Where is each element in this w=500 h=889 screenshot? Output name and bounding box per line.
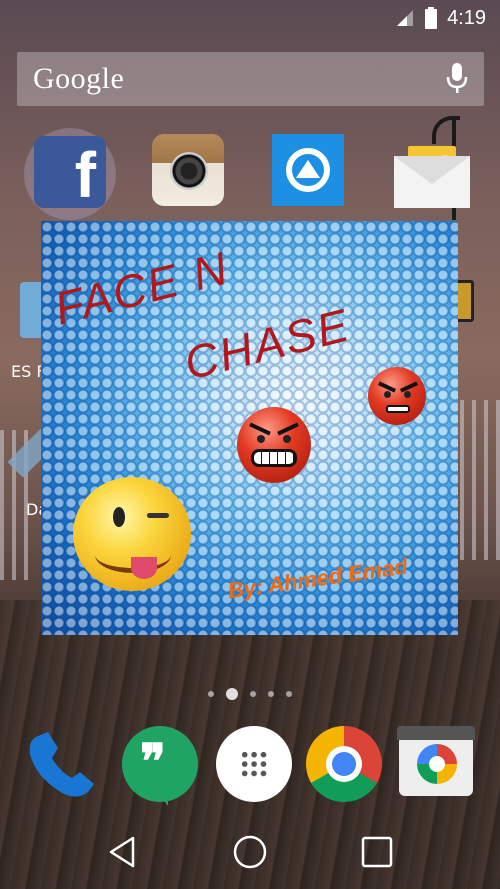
facebook-icon[interactable]: f — [24, 128, 116, 220]
hangouts-icon[interactable]: ❞ — [122, 726, 198, 806]
chrome-icon[interactable] — [306, 726, 382, 802]
recents-icon[interactable] — [359, 834, 395, 874]
signal-icon — [395, 8, 415, 28]
google-search-bar[interactable]: Google — [17, 52, 484, 106]
eye — [283, 435, 291, 443]
quickpic-icon[interactable] — [272, 134, 344, 206]
hangouts-quote-glyph: ❞ — [140, 736, 166, 789]
winking-tongue-face-icon — [73, 477, 191, 591]
battery-icon — [425, 7, 438, 29]
wink-eye — [147, 513, 169, 518]
camera-top — [397, 726, 475, 740]
google-logo: Google — [33, 62, 125, 95]
app-drawer-icon[interactable] — [216, 726, 292, 802]
phone-icon[interactable] — [24, 726, 100, 802]
brow — [249, 422, 271, 436]
page-dot — [250, 691, 256, 697]
mic-icon[interactable] — [446, 63, 468, 95]
page-dot — [268, 691, 274, 697]
wallpaper-railing-right — [460, 400, 500, 560]
status-bar: 4:19 — [0, 0, 500, 36]
camera-icon[interactable] — [397, 726, 475, 796]
email-flap — [394, 156, 470, 184]
angry-face-grin-icon — [237, 407, 311, 483]
tongue — [131, 557, 157, 579]
app-drawer-grid — [240, 750, 268, 778]
page-indicator — [0, 688, 500, 700]
brow — [277, 422, 299, 436]
face-n-chase-widget[interactable]: FACE N CHASE By: Ahmed Emad — [41, 221, 458, 635]
page-dot — [286, 691, 292, 697]
camera-lens — [417, 744, 457, 784]
teeth — [251, 449, 297, 467]
navigation-bar — [0, 818, 500, 889]
eye — [113, 507, 125, 527]
back-icon[interactable] — [105, 834, 141, 874]
clock: 4:19 — [447, 6, 486, 29]
home-icon[interactable] — [232, 834, 268, 874]
eye — [257, 435, 265, 443]
instagram-icon[interactable] — [152, 134, 224, 206]
eye — [404, 391, 411, 398]
instagram-lens — [170, 152, 208, 190]
page-dot — [208, 691, 214, 697]
email-icon[interactable]: @ — [394, 146, 470, 208]
mouth — [386, 405, 410, 413]
page-dot-active — [226, 688, 238, 700]
quickpic-mountain — [296, 160, 320, 178]
facebook-f-glyph: f — [74, 139, 96, 211]
eye — [384, 391, 391, 398]
folder-ring — [24, 128, 116, 220]
angry-face-small-icon — [368, 367, 426, 425]
